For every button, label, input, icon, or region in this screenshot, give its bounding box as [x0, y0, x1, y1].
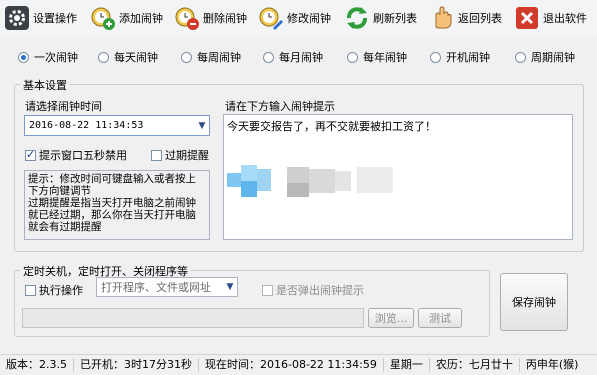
program-path-input[interactable] [22, 308, 364, 328]
expire-reminder-label: 过期提醒 [165, 149, 209, 162]
back-label: 返回列表 [458, 12, 502, 25]
toolbar: 设置操作 添加闹钟 删除闹钟 修改闹钟 刷新列表 返回列表 退出软件 [0, 0, 597, 38]
refresh-icon [344, 5, 370, 31]
radio-label: 周期闹钟 [531, 51, 575, 64]
radio-once[interactable]: 一次闹钟 [18, 49, 78, 65]
radio-label: 每周闹钟 [197, 51, 241, 64]
status-year: 丙申年(猴) [525, 358, 579, 371]
checkbox-box [25, 284, 36, 296]
radio-label: 每月闹钟 [279, 51, 323, 64]
radio-circle [181, 51, 192, 63]
edit-alarm-label: 修改闹钟 [287, 12, 331, 25]
edit-alarm-button[interactable]: 修改闹钟 [258, 3, 331, 33]
radio-startup[interactable]: 开机闹钟 [430, 49, 490, 65]
expire-reminder-checkbox[interactable]: 过期提醒 [151, 147, 209, 163]
radio-circle [18, 51, 29, 63]
alarm-add-icon [90, 5, 116, 31]
test-button[interactable]: 测试 [418, 308, 462, 328]
alarm-delete-icon [174, 5, 200, 31]
checkbox-box [25, 148, 36, 161]
chevron-down-icon[interactable]: ▼ [195, 116, 209, 135]
alarm-tip-text: 今天要交报告了，再不交就要被扣工资了！ [227, 120, 436, 133]
settings-button[interactable]: 设置操作 [4, 3, 77, 33]
radio-circle [430, 51, 441, 63]
status-uptime: 已开机：3时17分31秒 [74, 358, 199, 372]
exit-label: 退出软件 [543, 12, 587, 25]
alarm-time-picker[interactable]: 2016-08-22 11:34:53 ▼ [24, 115, 210, 136]
radio-label: 每天闹钟 [114, 51, 158, 64]
alarm-edit-icon [258, 5, 284, 31]
status-bar: 版本：2.3.5 已开机：3时17分31秒 现在时间：2016-08-22 11… [0, 354, 597, 375]
block-popup-label: 提示窗口五秒禁用 [39, 149, 127, 162]
radio-circle [98, 51, 109, 63]
delete-alarm-button[interactable]: 删除闹钟 [174, 3, 247, 33]
popup-checkbox[interactable]: 是否弹出闹钟提示 [262, 282, 364, 298]
checkbox-box [262, 284, 273, 296]
add-alarm-button[interactable]: 添加闹钟 [90, 3, 163, 33]
checkbox-box [151, 149, 162, 161]
exit-icon [514, 5, 540, 31]
action-select[interactable]: 打开程序、文件或网址 ▼ [96, 277, 238, 297]
radio-periodic[interactable]: 周期闹钟 [515, 49, 575, 65]
exit-button[interactable]: 退出软件 [514, 3, 587, 33]
block-popup-checkbox[interactable]: 提示窗口五秒禁用 [25, 147, 127, 163]
delete-alarm-label: 删除闹钟 [203, 12, 247, 25]
radio-yearly[interactable]: 每年闹钟 [347, 49, 407, 65]
status-version: 版本：2.3.5 [0, 358, 74, 372]
basic-settings-title: 基本设置 [20, 77, 70, 93]
browse-button[interactable]: 浏览... [368, 308, 414, 328]
radio-circle [347, 51, 358, 63]
time-label: 请选择闹钟时间 [25, 100, 102, 113]
action-select-value: 打开程序、文件或网址 [101, 281, 211, 294]
status-weekday: 星期一 [384, 358, 430, 372]
refresh-label: 刷新列表 [373, 12, 417, 25]
popup-label: 是否弹出闹钟提示 [276, 284, 364, 297]
radio-circle [263, 51, 274, 63]
refresh-button[interactable]: 刷新列表 [344, 3, 417, 33]
radio-monthly[interactable]: 每月闹钟 [263, 49, 323, 65]
status-lunar: 农历：七月廿十 [430, 358, 520, 372]
chevron-down-icon[interactable]: ▼ [223, 278, 237, 296]
radio-circle [515, 51, 526, 63]
radio-label: 一次闹钟 [34, 51, 78, 64]
add-alarm-label: 添加闹钟 [119, 12, 163, 25]
gear-icon [4, 5, 30, 31]
status-now: 现在时间：2016-08-22 11:34:59 [199, 358, 384, 372]
back-button[interactable]: 返回列表 [429, 3, 502, 33]
radio-weekly[interactable]: 每周闹钟 [181, 49, 241, 65]
alarm-tip-textarea[interactable]: 今天要交报告了，再不交就要被扣工资了！ [223, 114, 573, 240]
radio-daily[interactable]: 每天闹钟 [98, 49, 158, 65]
execute-checkbox[interactable]: 执行操作 [25, 282, 83, 298]
save-alarm-button[interactable]: 保存闹钟 [500, 273, 568, 331]
radio-label: 每年闹钟 [363, 51, 407, 64]
alarm-time-value: 2016-08-22 11:34:53 [29, 120, 144, 131]
blurred-mosaic [227, 165, 427, 205]
hint-text: 提示：修改时间可键盘输入或者按上下方向键调节 过期提醒是指当天打开电脑之前闹钟就… [24, 170, 210, 240]
repeat-mode-group: 一次闹钟 每天闹钟 每周闹钟 每月闹钟 每年闹钟 开机闹钟 周期闹钟 [0, 44, 597, 70]
settings-label: 设置操作 [33, 12, 77, 25]
back-hand-icon [429, 5, 455, 31]
radio-label: 开机闹钟 [446, 51, 490, 64]
tip-label: 请在下方输入闹钟提示 [225, 100, 335, 113]
execute-label: 执行操作 [39, 284, 83, 297]
